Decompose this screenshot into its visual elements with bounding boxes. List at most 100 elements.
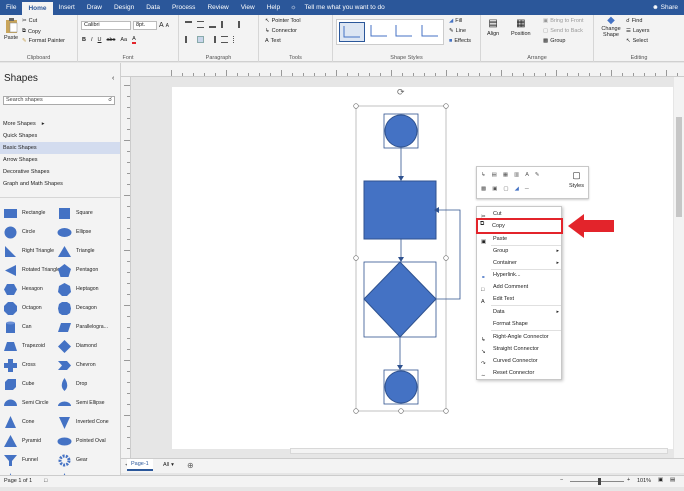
mini-align-left-icon[interactable]: ▤ [492, 172, 497, 178]
zoom-out-icon[interactable]: − [560, 477, 563, 483]
align-bottom-icon[interactable] [209, 21, 216, 28]
tab-help[interactable]: Help [261, 0, 286, 15]
menu-item-add-comment[interactable]: □ Add Comment [477, 281, 563, 293]
align-middle-icon[interactable] [197, 21, 204, 28]
align-left-icon[interactable] [185, 36, 192, 43]
cut-button[interactable]: ✂ Cut [22, 18, 37, 24]
page-tab-1[interactable]: Page-1 [127, 459, 153, 471]
menu-item-reset-connector[interactable]: ∼ Reset Connector [477, 367, 563, 379]
increase-indent-icon[interactable] [233, 21, 240, 28]
send-to-back-button[interactable]: ▢ Send to Back [543, 28, 583, 34]
copy-button[interactable]: ⧉ Copy [22, 28, 41, 35]
menu-item-straight-connector[interactable]: ↘ Straight Connector [477, 343, 563, 355]
effects-button[interactable]: ■ Effects [449, 38, 471, 44]
share-button[interactable]: ☻ Share [652, 4, 678, 11]
stencil-basic-shapes[interactable]: Basic Shapes [0, 142, 120, 154]
menu-item-right-angle-connector[interactable]: ↳ Right-Angle Connector [477, 331, 563, 343]
underline-button[interactable]: U [98, 37, 102, 43]
process-rectangle-shape[interactable] [363, 180, 437, 240]
loop-back-connector[interactable] [436, 209, 461, 300]
font-color-button[interactable]: A [132, 36, 136, 44]
more-shapes-menu[interactable]: More Shapes ▸ [0, 118, 120, 130]
vertical-scrollbar[interactable] [674, 77, 684, 460]
menu-item-data[interactable]: Data ▸ [477, 306, 563, 318]
select-button[interactable]: ↖ Select [626, 38, 648, 44]
change-shape-button[interactable]: ◆ Change Shape [600, 16, 622, 39]
align-right-icon[interactable] [209, 36, 216, 43]
format-painter-button[interactable]: ✎ Format Painter [22, 38, 65, 44]
mini-line-icon[interactable]: ─ [525, 186, 529, 192]
layers-button[interactable]: ☰ Layers [626, 28, 649, 34]
tab-data[interactable]: Data [140, 0, 166, 15]
change-case-button[interactable]: Aa [120, 37, 127, 43]
fill-button[interactable]: ◢ Fill [449, 18, 462, 24]
align-center-icon[interactable] [197, 36, 204, 43]
menu-item-edit-text[interactable]: A Edit Text [477, 293, 563, 305]
menu-item-container[interactable]: Container ▸ [477, 257, 563, 269]
zoom-slider-thumb[interactable] [598, 478, 601, 485]
mini-text-icon[interactable]: A [525, 172, 529, 178]
grow-font-button[interactable]: A [159, 22, 164, 29]
all-pages-button[interactable]: All ▾ [163, 462, 174, 468]
bring-to-front-button[interactable]: ▣ Bring to Front [543, 18, 584, 24]
start-circle-shape[interactable] [384, 114, 418, 148]
strikethrough-button[interactable]: abc [107, 37, 116, 43]
bullets-icon[interactable] [233, 36, 240, 43]
menu-item-format-shape[interactable]: Format Shape [477, 318, 563, 330]
horizontal-scrollbar[interactable] [290, 448, 668, 454]
tell-me-search[interactable]: Tell me what you want to do [305, 4, 385, 11]
tab-design[interactable]: Design [108, 0, 140, 15]
mini-align-right-icon[interactable]: ▥ [514, 172, 519, 178]
tab-insert[interactable]: Insert [53, 0, 81, 15]
zoom-level[interactable]: 101% [637, 478, 651, 484]
mini-pointer-icon[interactable]: ↳ [481, 172, 486, 178]
tab-process[interactable]: Process [166, 0, 201, 15]
stencil-graph-math-shapes[interactable]: Graph and Math Shapes [0, 178, 120, 190]
mini-fill-icon[interactable]: ◢ [515, 186, 519, 192]
connector-button[interactable]: ↳ Connector [265, 28, 297, 34]
zoom-in-icon[interactable]: + [627, 477, 630, 483]
tab-home[interactable]: Home [22, 2, 53, 15]
text-tool-button[interactable]: A Text [265, 38, 281, 44]
font-family-select[interactable]: Calibri [81, 21, 131, 30]
search-icon[interactable]: ☌ [108, 97, 112, 104]
collapse-pane-icon[interactable]: ‹ [112, 75, 114, 82]
find-button[interactable]: ☌ Find [626, 18, 642, 24]
position-button[interactable]: ▦ Position [511, 18, 531, 37]
rotate-handle-icon[interactable]: ⟳ [397, 87, 405, 97]
mini-align-center-icon[interactable]: ▦ [503, 172, 508, 178]
drawing-page[interactable]: ⟳ [172, 87, 673, 449]
paste-button[interactable]: Paste [4, 18, 18, 41]
tab-file[interactable]: File [0, 0, 22, 15]
mini-group-icon[interactable]: ▩ [481, 186, 486, 192]
menu-item-paste[interactable]: ▣ Paste [477, 233, 563, 245]
align-button[interactable]: ▤ Align [487, 18, 499, 37]
menu-item-curved-connector[interactable]: ↷ Curved Connector [477, 355, 563, 367]
end-circle-shape[interactable] [384, 370, 418, 404]
tab-review[interactable]: Review [201, 0, 234, 15]
style-swatch-1[interactable] [339, 22, 365, 42]
align-top-icon[interactable] [185, 21, 192, 28]
italic-button[interactable]: I [91, 37, 93, 43]
stencil-arrow-shapes[interactable]: Arrow Shapes [0, 154, 120, 166]
style-swatch-2[interactable] [367, 22, 391, 42]
group-button[interactable]: ▩ Group [543, 38, 566, 44]
switch-windows-icon[interactable]: ▤ [670, 477, 675, 483]
style-swatch-3[interactable] [392, 22, 416, 42]
bold-button[interactable]: B [82, 37, 86, 43]
shrink-font-button[interactable]: A [166, 23, 169, 29]
search-shapes-input[interactable]: Search shapes ☌ [3, 96, 115, 105]
tab-draw[interactable]: Draw [81, 0, 108, 15]
copy-highlight-box[interactable]: ⧉ Copy [476, 218, 563, 234]
mini-styles-button[interactable]: ▢ Styles [569, 170, 584, 189]
stencil-decorative-shapes[interactable]: Decorative Shapes [0, 166, 120, 178]
decision-diamond-shape[interactable] [363, 261, 437, 338]
tab-view[interactable]: View [235, 0, 261, 15]
pointer-tool-button[interactable]: ↖ Pointer Tool [265, 18, 301, 24]
add-page-button[interactable]: ⊕ [187, 461, 194, 470]
fit-page-icon[interactable]: ▣ [658, 477, 663, 483]
zoom-slider[interactable] [570, 481, 624, 482]
menu-item-group[interactable]: Group ▸ [477, 245, 563, 257]
font-size-select[interactable]: 8pt. [133, 21, 157, 30]
decrease-indent-icon[interactable] [221, 21, 228, 28]
